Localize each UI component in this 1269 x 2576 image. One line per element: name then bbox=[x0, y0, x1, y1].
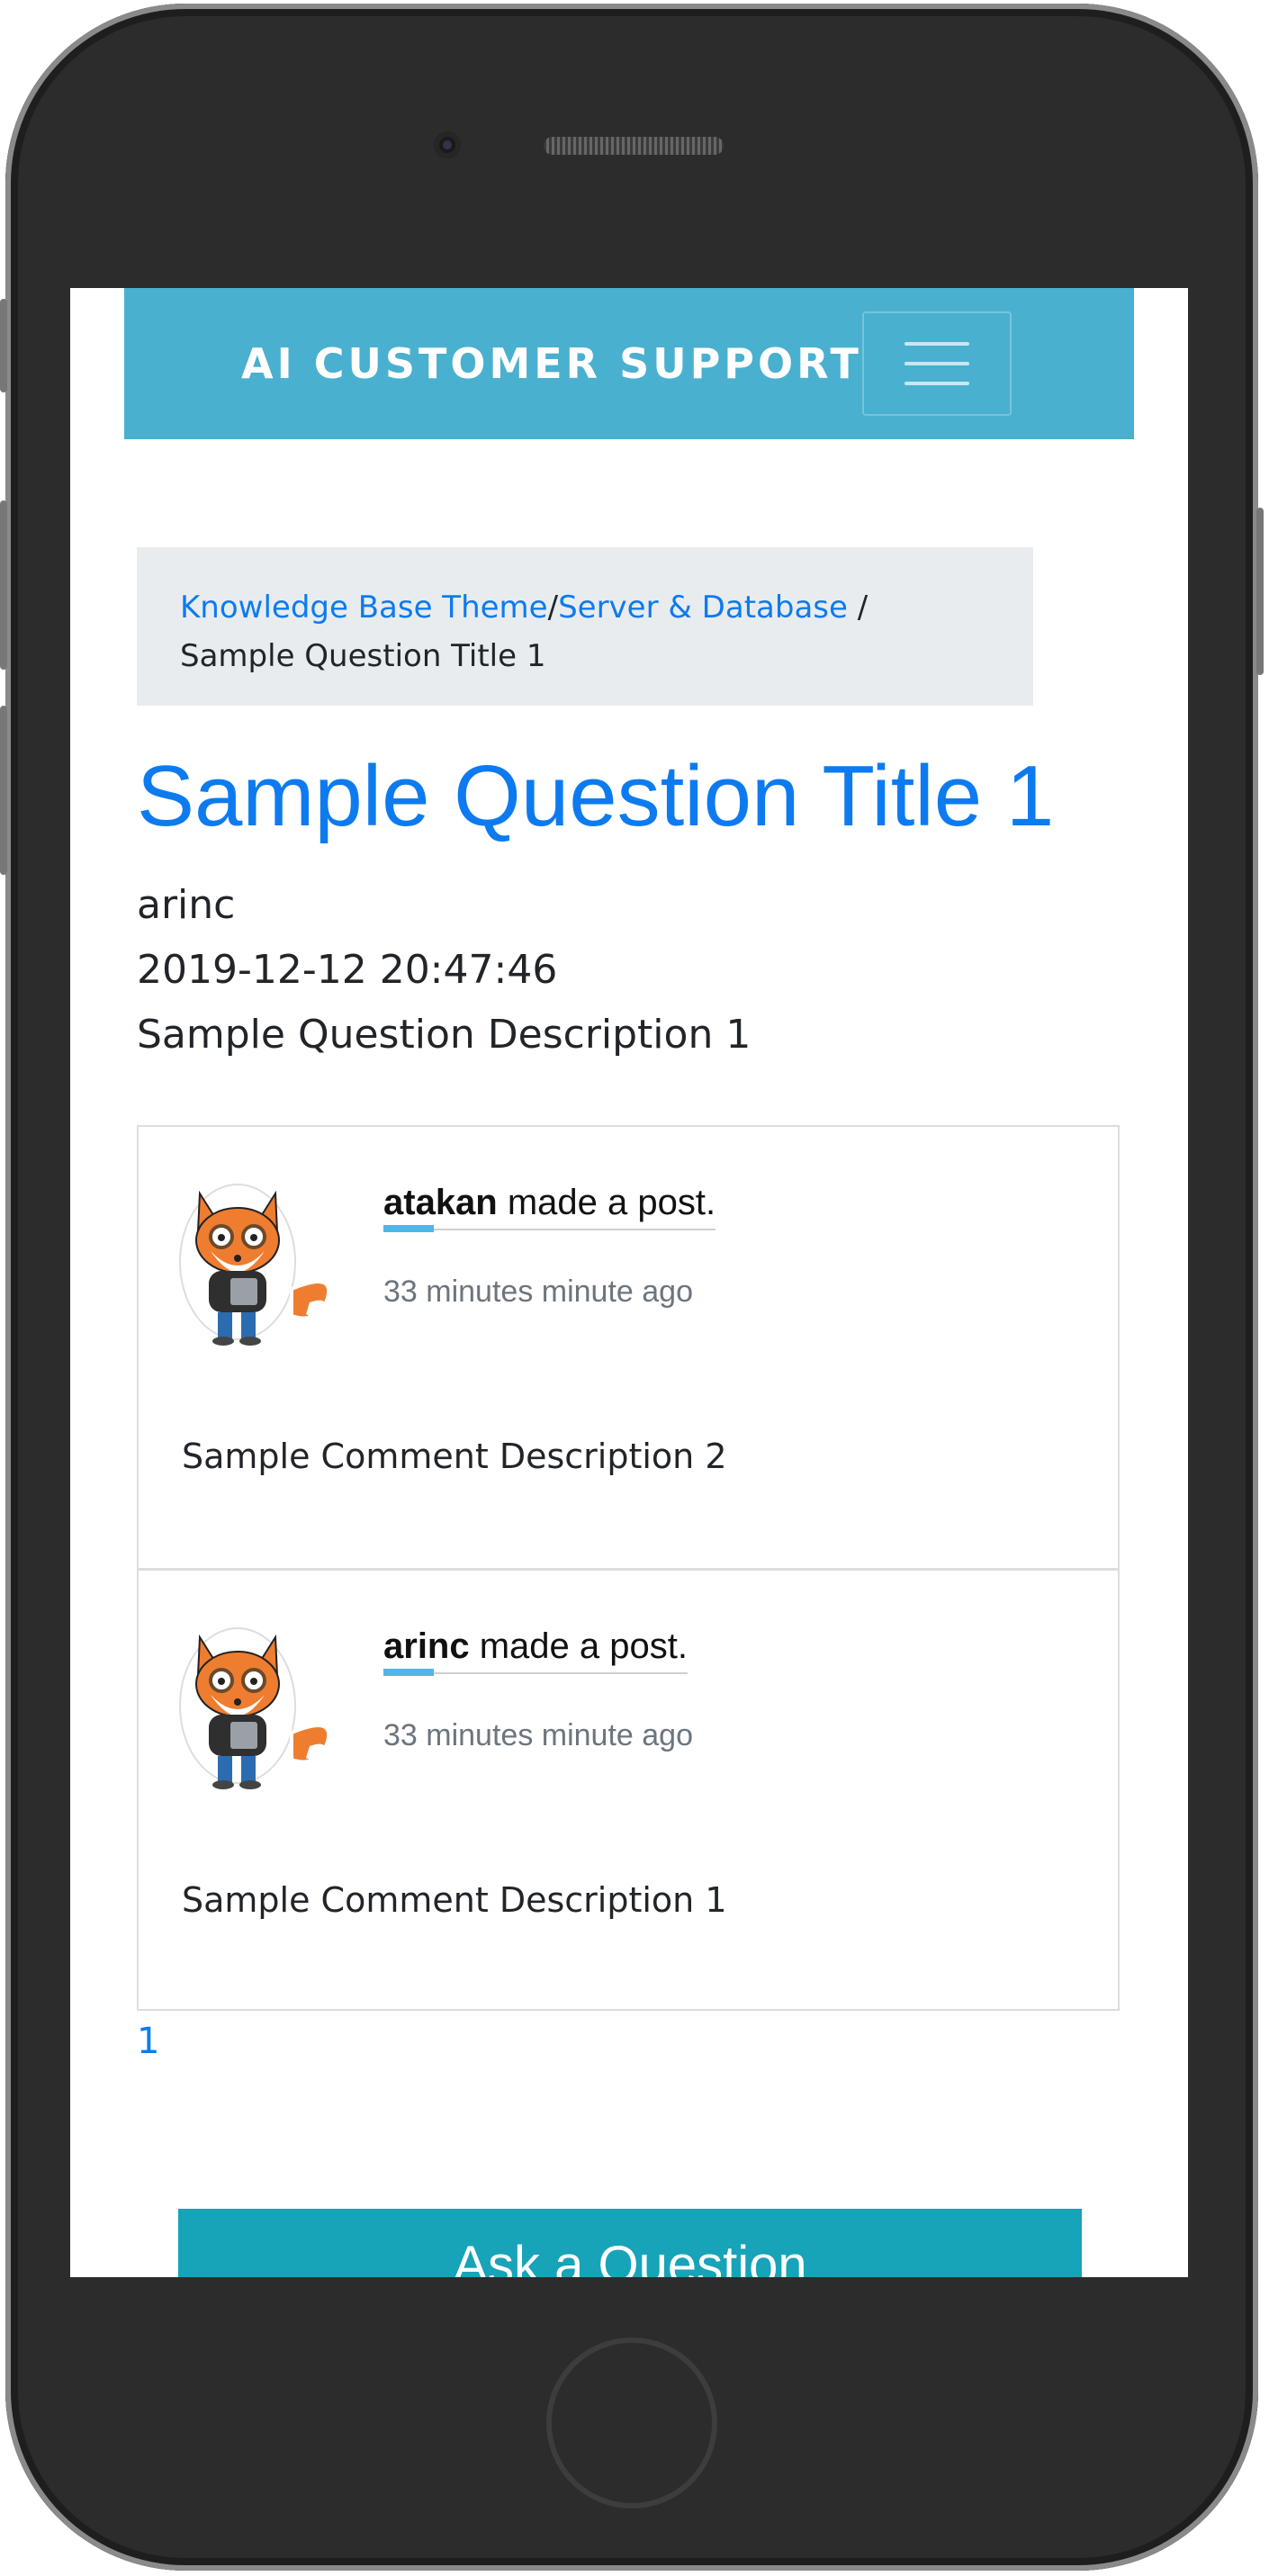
home-button[interactable] bbox=[546, 2337, 717, 2508]
comment-username[interactable]: atakan bbox=[383, 1183, 498, 1222]
comments-list: atakan made a post. 33 minutes minute ag… bbox=[137, 1125, 1120, 2011]
breadcrumb-link-knowledge-base[interactable]: Knowledge Base Theme bbox=[180, 590, 548, 626]
comment-username[interactable]: arinc bbox=[383, 1626, 470, 1666]
question-date: 2019-12-12 20:47:46 bbox=[137, 947, 558, 993]
breadcrumb: Knowledge Base Theme/Server & Database /… bbox=[137, 547, 1033, 706]
breadcrumb-current: Sample Question Title 1 bbox=[180, 638, 546, 674]
volume-down-button bbox=[0, 706, 7, 875]
accent-bar bbox=[383, 1669, 434, 1676]
question-description: Sample Question Description 1 bbox=[137, 1012, 752, 1058]
breadcrumb-separator: / bbox=[547, 590, 559, 626]
comment-item: atakan made a post. 33 minutes minute ag… bbox=[139, 1127, 1118, 1568]
front-camera-icon bbox=[434, 131, 461, 158]
question-author: arinc bbox=[137, 882, 236, 928]
breadcrumb-link-server-database[interactable]: Server & Database bbox=[558, 590, 848, 626]
volume-up-button bbox=[0, 500, 7, 670]
breadcrumb-separator: / bbox=[857, 590, 868, 626]
comment-action: made a post. bbox=[469, 1626, 688, 1666]
comment-text: Sample Comment Description 2 bbox=[182, 1437, 727, 1476]
hamburger-menu-icon[interactable] bbox=[862, 311, 1012, 416]
ask-question-button[interactable]: Ask a Question bbox=[178, 2209, 1082, 2277]
accent-bar bbox=[383, 1225, 434, 1232]
power-button bbox=[1256, 508, 1264, 675]
question-title: Sample Question Title 1 bbox=[137, 748, 1055, 844]
comment-timestamp: 33 minutes minute ago bbox=[383, 1718, 693, 1752]
comment-header: arinc made a post. bbox=[383, 1626, 688, 1676]
navbar: AI CUSTOMER SUPPORT bbox=[124, 288, 1134, 439]
mute-switch bbox=[0, 299, 7, 392]
fox-avatar-icon bbox=[179, 1184, 331, 1346]
fox-avatar-icon bbox=[179, 1627, 331, 1789]
pagination-page-link[interactable]: 1 bbox=[137, 2021, 159, 2062]
comment-action: made a post. bbox=[497, 1183, 716, 1222]
comment-header: atakan made a post. bbox=[383, 1183, 716, 1232]
earpiece-speaker bbox=[544, 137, 724, 155]
comment-timestamp: 33 minutes minute ago bbox=[383, 1274, 693, 1309]
comment-item: arinc made a post. 33 minutes minute ago… bbox=[139, 1568, 1118, 2009]
phone-screen: AI CUSTOMER SUPPORT Knowledge Base Theme… bbox=[70, 288, 1188, 2277]
brand-title[interactable]: AI CUSTOMER SUPPORT bbox=[241, 288, 862, 439]
comment-text: Sample Comment Description 1 bbox=[182, 1880, 727, 1920]
